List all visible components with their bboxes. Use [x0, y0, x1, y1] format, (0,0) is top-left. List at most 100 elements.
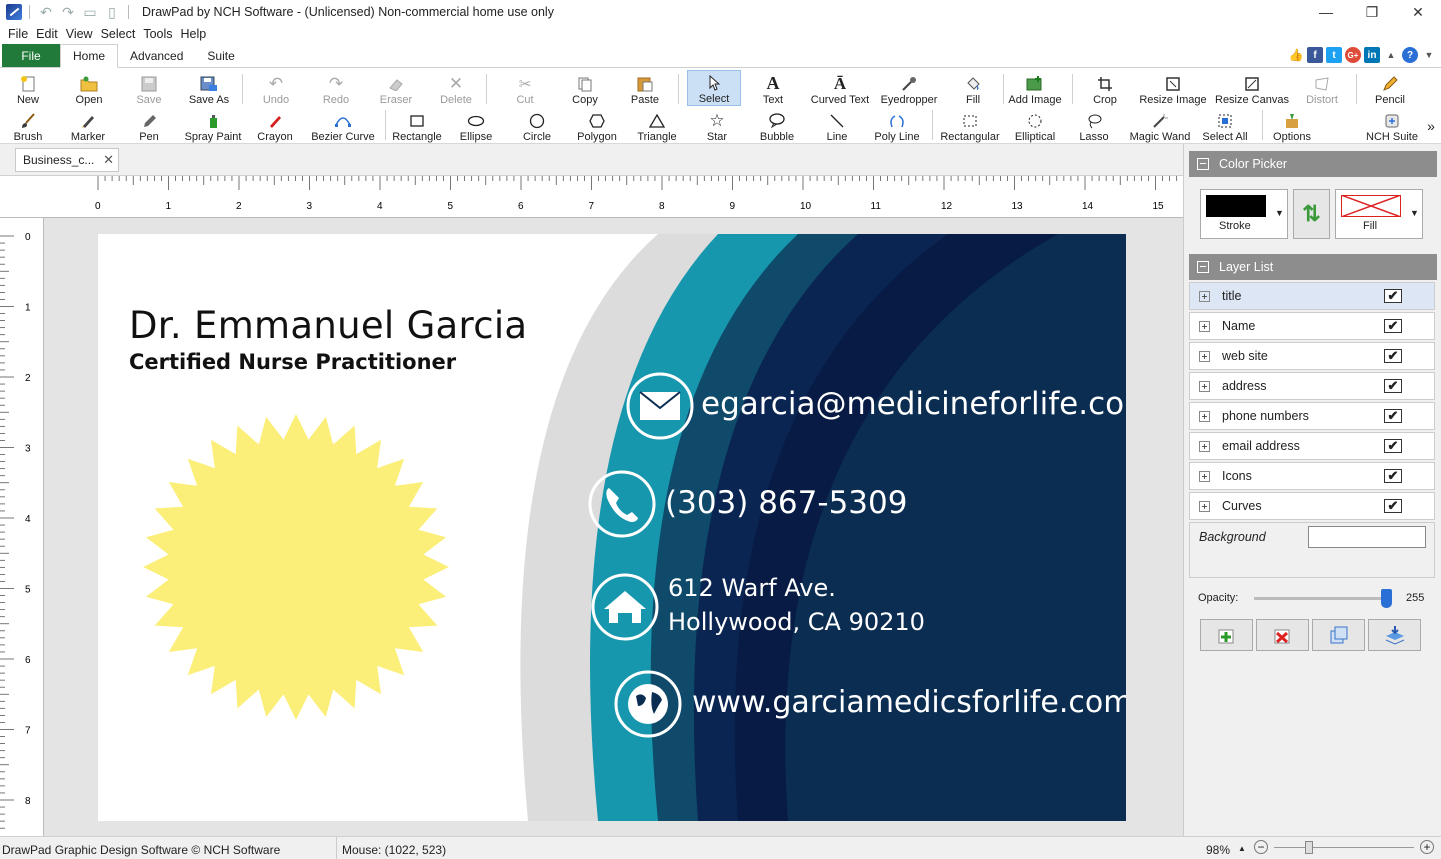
- business-card-canvas[interactable]: Dr. Emmanuel Garcia Certified Nurse Prac…: [98, 234, 1126, 821]
- layer-row-phone-numbers[interactable]: phone numbers ✔: [1189, 402, 1435, 430]
- stroke-color-swatch[interactable]: Stroke ▼: [1200, 189, 1288, 239]
- undo-button[interactable]: ↶ Undo: [254, 70, 298, 107]
- resize-image-button[interactable]: Resize Image: [1138, 70, 1208, 106]
- zoom-slider-track[interactable]: [1274, 847, 1414, 848]
- expand-layer-icon[interactable]: [1199, 380, 1210, 392]
- stroke-dropdown-icon[interactable]: ▼: [1275, 208, 1284, 218]
- layer-visibility-checkbox[interactable]: ✔: [1384, 318, 1402, 333]
- tab-file[interactable]: File: [2, 44, 60, 67]
- triangle-tool-button[interactable]: Triangle: [635, 107, 679, 143]
- add-layer-button[interactable]: [1200, 619, 1253, 651]
- expand-layer-icon[interactable]: [1199, 470, 1210, 482]
- zoom-out-button[interactable]: −: [1254, 840, 1268, 854]
- bezier-curve-tool-button[interactable]: Bezier Curve: [309, 107, 377, 143]
- menu-file[interactable]: File: [6, 27, 34, 41]
- layer-list-header[interactable]: Layer List: [1189, 254, 1437, 280]
- layer-visibility-checkbox[interactable]: ✔: [1384, 468, 1402, 483]
- star-tool-button[interactable]: ☆ Star: [695, 107, 739, 144]
- select-all-button[interactable]: Select All: [1199, 107, 1251, 143]
- resize-canvas-button[interactable]: Resize Canvas: [1214, 70, 1290, 106]
- card-name-text[interactable]: Dr. Emmanuel Garcia: [129, 304, 527, 347]
- canvas-area[interactable]: Dr. Emmanuel Garcia Certified Nurse Prac…: [44, 218, 1183, 836]
- expand-layer-icon[interactable]: [1199, 350, 1210, 362]
- thumbs-up-icon[interactable]: 👍: [1288, 47, 1304, 63]
- layer-row-icons[interactable]: Icons ✔: [1189, 462, 1435, 490]
- layer-visibility-checkbox[interactable]: ✔: [1384, 438, 1402, 453]
- card-website-text[interactable]: www.garciamedicsforlife.com: [692, 685, 1126, 720]
- pencil-tool-button[interactable]: Pencil: [1368, 70, 1412, 106]
- bubble-tool-button[interactable]: Bubble: [755, 107, 799, 143]
- card-title-text[interactable]: Certified Nurse Practitioner: [129, 350, 456, 374]
- open-button[interactable]: Open: [67, 70, 111, 106]
- duplicate-layer-button[interactable]: [1312, 619, 1365, 651]
- add-image-button[interactable]: Add Image: [1007, 70, 1063, 106]
- curved-text-tool-button[interactable]: Ā Curved Text: [808, 70, 872, 107]
- expand-layer-icon[interactable]: [1199, 290, 1210, 302]
- poly-line-tool-button[interactable]: Poly Line: [872, 107, 922, 143]
- card-address-line2[interactable]: Hollywood, CA 90210: [668, 608, 925, 636]
- zoom-slider-thumb[interactable]: [1305, 841, 1313, 854]
- expand-layer-icon[interactable]: [1199, 410, 1210, 422]
- close-button[interactable]: ✕: [1395, 0, 1441, 24]
- nch-suite-button[interactable]: NCH Suite: [1364, 107, 1420, 143]
- expand-layer-icon[interactable]: [1199, 320, 1210, 332]
- layer-visibility-checkbox[interactable]: ✔: [1384, 408, 1402, 423]
- fill-tool-button[interactable]: Fill: [951, 70, 995, 106]
- layer-row-web-site[interactable]: web site ✔: [1189, 342, 1435, 370]
- select-tool-button[interactable]: Select: [687, 70, 741, 106]
- minimize-button[interactable]: —: [1303, 0, 1349, 24]
- lasso-select-button[interactable]: Lasso: [1072, 107, 1116, 143]
- vertical-ruler[interactable]: 0 1 2 3 4 5 6 7 8: [0, 218, 44, 836]
- copy-button[interactable]: Copy: [563, 70, 607, 106]
- text-tool-button[interactable]: A Text: [751, 70, 795, 106]
- collapse-icon[interactable]: [1197, 158, 1209, 170]
- toolbar-overflow-button[interactable]: »: [1424, 114, 1438, 134]
- twitter-icon[interactable]: t: [1326, 47, 1342, 63]
- chevron-down-icon[interactable]: ▼: [1421, 47, 1437, 63]
- opacity-slider-thumb[interactable]: [1381, 589, 1392, 608]
- eraser-button[interactable]: Eraser: [374, 70, 418, 106]
- elliptical-select-button[interactable]: Elliptical: [1010, 107, 1060, 143]
- layer-visibility-checkbox[interactable]: ✔: [1384, 498, 1402, 513]
- cut-button[interactable]: ✂ Cut: [503, 70, 547, 107]
- menu-help[interactable]: Help: [179, 27, 213, 41]
- tab-advanced[interactable]: Advanced: [118, 44, 195, 67]
- new-button[interactable]: New: [6, 70, 50, 106]
- eyedropper-tool-button[interactable]: Eyedropper: [879, 70, 939, 106]
- crop-button[interactable]: Crop: [1083, 70, 1127, 106]
- layer-row-curves[interactable]: Curves ✔: [1189, 492, 1435, 520]
- ellipse-tool-button[interactable]: Ellipse: [454, 107, 498, 143]
- collapse-icon[interactable]: [1197, 261, 1209, 273]
- zoom-in-button[interactable]: +: [1420, 840, 1434, 854]
- quick-redo-icon[interactable]: ↷: [59, 4, 77, 20]
- layer-visibility-checkbox[interactable]: ✔: [1384, 348, 1402, 363]
- layer-row-name[interactable]: Name ✔: [1189, 312, 1435, 340]
- quick-new-icon[interactable]: ▯: [103, 4, 121, 20]
- layer-visibility-checkbox[interactable]: ✔: [1384, 288, 1402, 303]
- merge-layer-button[interactable]: [1368, 619, 1421, 651]
- drawpad-app-icon[interactable]: [6, 4, 22, 20]
- document-tab[interactable]: Business_c... ✕: [15, 148, 119, 172]
- linkedin-icon[interactable]: in: [1364, 47, 1380, 63]
- magic-wand-button[interactable]: Magic Wand: [1128, 107, 1192, 143]
- circle-tool-button[interactable]: Circle: [515, 107, 559, 143]
- chevron-up-icon[interactable]: ▲: [1383, 47, 1399, 63]
- delete-layer-button[interactable]: [1256, 619, 1309, 651]
- help-icon[interactable]: ?: [1402, 47, 1418, 63]
- card-phone-text[interactable]: (303) 867-5309: [665, 485, 907, 521]
- tab-home[interactable]: Home: [60, 44, 119, 68]
- crayon-tool-button[interactable]: Crayon: [253, 107, 297, 143]
- line-tool-button[interactable]: Line: [815, 107, 859, 143]
- redo-button[interactable]: ↷ Redo: [314, 70, 358, 107]
- zoom-level[interactable]: 98%: [1206, 843, 1230, 857]
- menu-select[interactable]: Select: [99, 27, 142, 41]
- rectangular-select-button[interactable]: Rectangular: [938, 107, 1002, 143]
- opacity-slider-track[interactable]: [1254, 589, 1392, 608]
- facebook-icon[interactable]: f: [1307, 47, 1323, 63]
- expand-layer-icon[interactable]: [1199, 440, 1210, 452]
- card-address-line1[interactable]: 612 Warf Ave.: [668, 574, 836, 602]
- card-email-text[interactable]: egarcia@medicineforlife.com: [701, 386, 1126, 422]
- close-tab-icon[interactable]: ✕: [103, 152, 114, 168]
- polygon-tool-button[interactable]: Polygon: [575, 107, 619, 143]
- quick-undo-icon[interactable]: ↶: [37, 4, 55, 20]
